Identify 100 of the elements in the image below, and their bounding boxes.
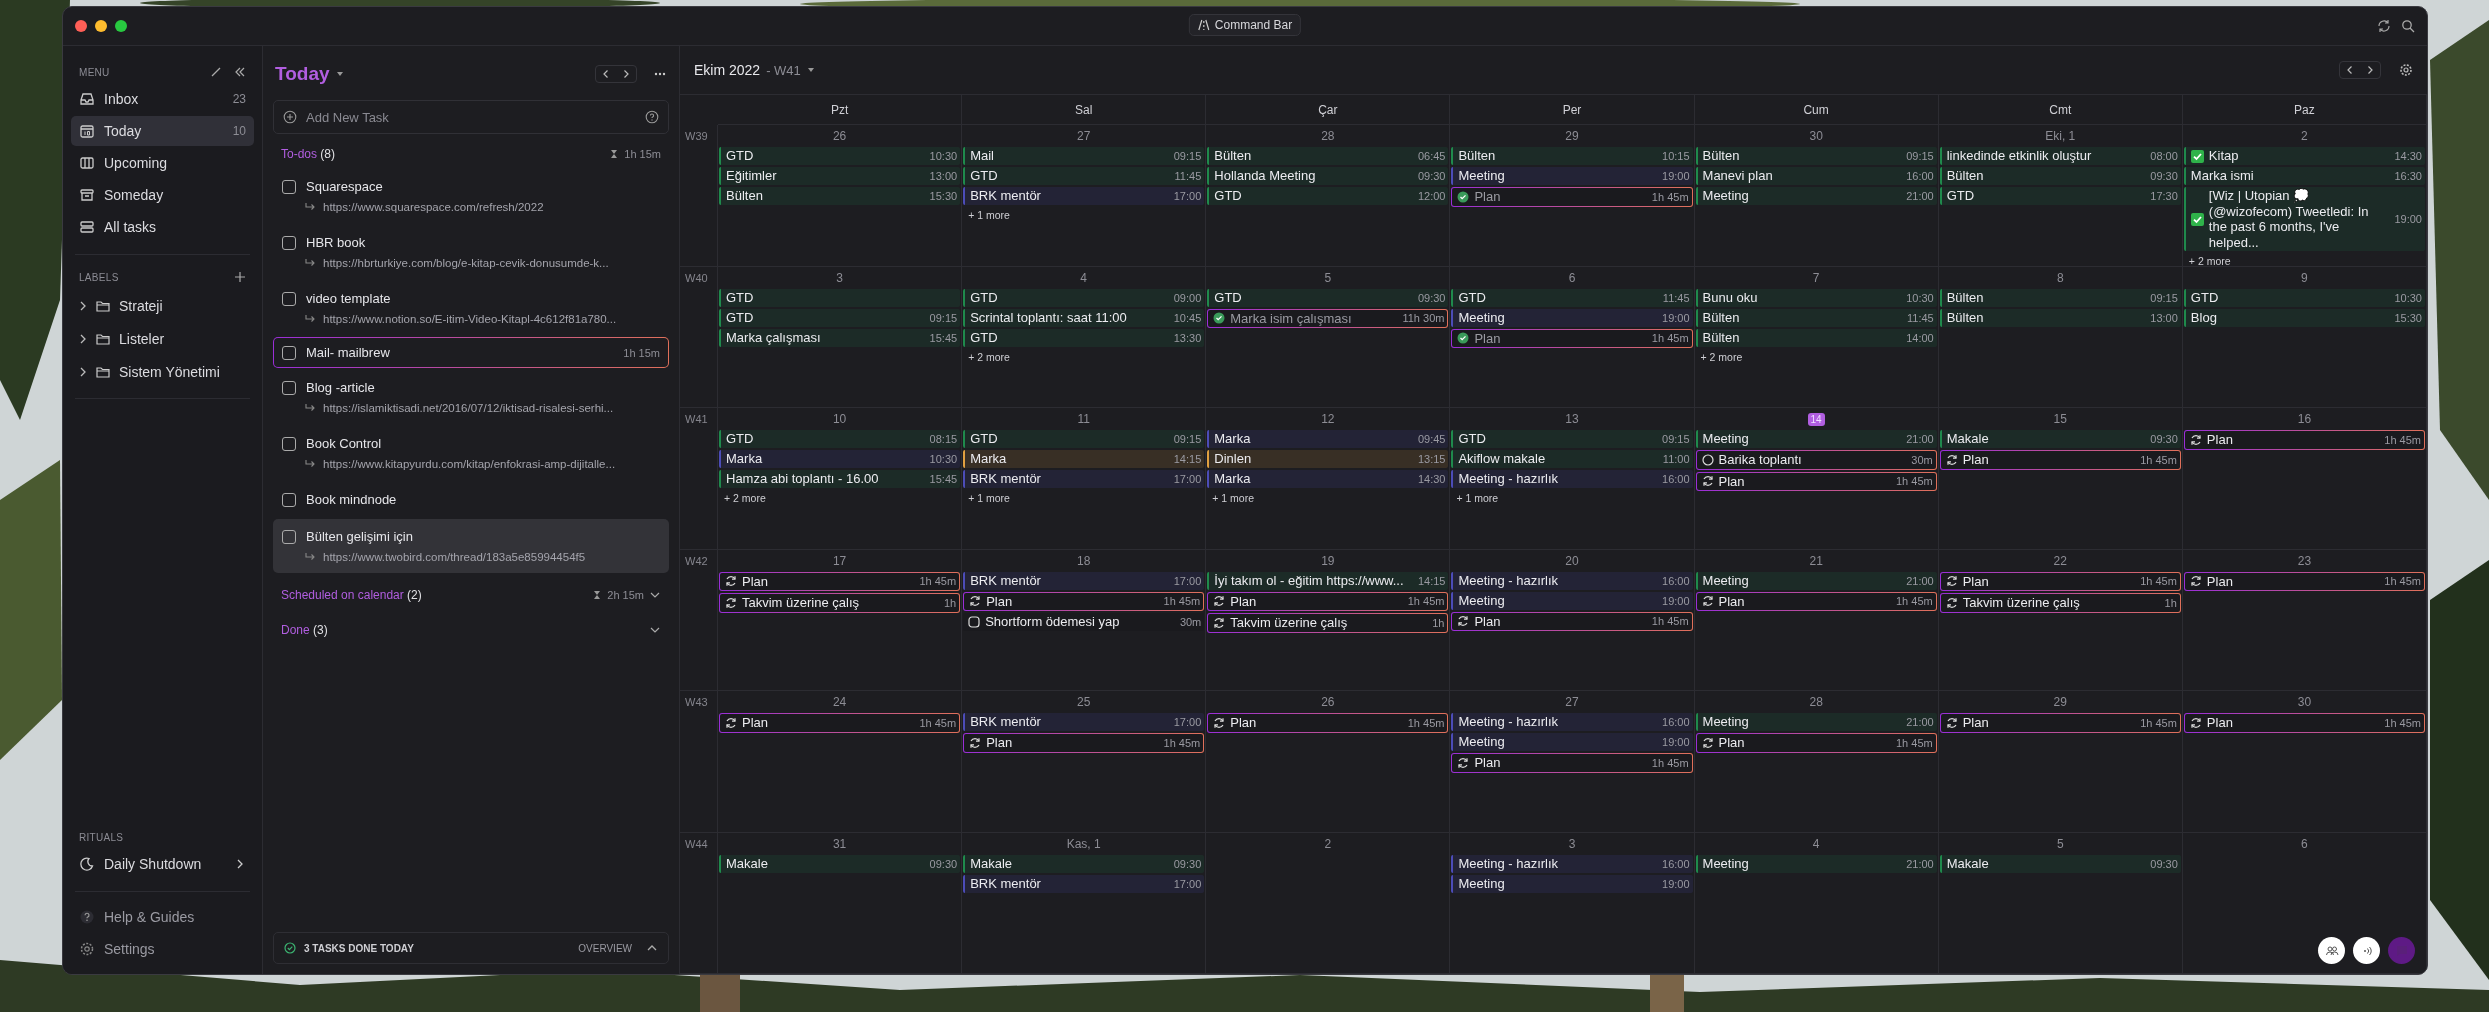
calendar-event[interactable]: Meeting 21:00 (1695, 571, 1937, 590)
calendar-event[interactable]: GTD 11:45 (963, 167, 1205, 185)
broadcast-button[interactable] (2353, 937, 2380, 964)
checkbox[interactable] (282, 345, 296, 360)
add-task-field[interactable]: Add New Task (273, 100, 669, 134)
calendar-event[interactable]: Dinlen 13:15 (1207, 450, 1449, 468)
footer-link[interactable]: Settings (71, 934, 254, 964)
pencil-icon[interactable] (210, 66, 222, 78)
add-icon[interactable] (234, 271, 246, 283)
day-number[interactable]: 25 (1074, 694, 1094, 710)
day-number[interactable]: 28 (1318, 128, 1338, 144)
calendar-event[interactable]: [Wiz | Utopian 💭 (@wizofecom) Tweetledi: In the past 6 months, I've helped... 19:00 (2183, 187, 2425, 252)
task-item[interactable]: Squarespace https://www.squarespace.com/refresh/2022 (273, 169, 669, 223)
calendar-task[interactable]: Plan 1h 45m (963, 733, 1205, 753)
more-link[interactable]: + 1 more (1451, 490, 1504, 506)
day-number[interactable]: 6 (1565, 269, 1579, 286)
calendar-event[interactable]: Blog 15:30 (2183, 308, 2425, 327)
recurring-icon[interactable] (1945, 596, 1958, 609)
day-number[interactable]: 30 (2294, 694, 2315, 710)
calendar-task[interactable]: Plan 1h 45m (1939, 713, 2181, 733)
day-number[interactable]: 15 (2050, 411, 2070, 427)
calendar-event[interactable]: Bülten 09:15 (1695, 147, 1937, 165)
task-item[interactable]: Book mindnode (273, 482, 669, 517)
footer-link[interactable]: Help & Guides (71, 902, 254, 932)
recurring-icon[interactable] (1701, 475, 1714, 488)
help-icon[interactable] (645, 110, 659, 124)
section-heading[interactable]: Scheduled on calendar (2) (281, 587, 422, 602)
calendar-event[interactable]: BRK mentör 17:00 (963, 187, 1205, 205)
recurring-icon[interactable] (725, 575, 737, 588)
close-button[interactable] (75, 20, 87, 32)
more-link[interactable]: + 1 more (1207, 490, 1259, 506)
calendar-event[interactable]: BRK mentör 17:00 (963, 713, 1205, 731)
day-number[interactable]: 30 (1806, 128, 1826, 144)
calendar-event[interactable]: Bülten 09:15 (1939, 288, 2181, 307)
section-heading[interactable]: To-dos (8) (281, 146, 336, 161)
calendar-task[interactable]: Plan 1h 45m (2183, 430, 2425, 450)
check-circle-icon[interactable] (1213, 312, 1226, 325)
calendar-event[interactable]: Hollanda Meeting 09:30 (1207, 167, 1449, 185)
calendar-event[interactable]: GTD 11:45 (1451, 288, 1693, 307)
recurring-icon[interactable] (725, 596, 737, 609)
calendar-event[interactable]: Marka 14:30 (1207, 470, 1449, 488)
calendar-task[interactable]: Plan 1h 45m (2183, 713, 2425, 733)
day-number[interactable]: 4 (1077, 269, 1091, 286)
calendar-event[interactable]: Bülten 13:00 (1939, 308, 2181, 327)
calendar-task[interactable]: Plan 1h 45m (1939, 450, 2181, 470)
day-number[interactable]: 3 (833, 269, 846, 286)
task-item[interactable]: HBR book https://hbrturkiye.com/blog/e-kitap-cevik-donusumde-k... (273, 225, 669, 279)
calendar-task[interactable]: Plan 1h 45m (1939, 571, 2181, 592)
collapse-icon[interactable] (234, 66, 246, 78)
more-link[interactable]: + 2 more (2183, 253, 2236, 266)
calendar-task[interactable]: Plan 1h 45m (1207, 591, 1449, 612)
checkbox[interactable] (282, 179, 296, 194)
day-number[interactable]: 29 (2050, 694, 2070, 710)
day-number[interactable]: 5 (2053, 835, 2067, 852)
calendar-event[interactable]: Marka 14:15 (963, 450, 1205, 468)
calendar-event[interactable]: Marka ismi 16:30 (2183, 167, 2425, 185)
day-number[interactable]: 18 (1074, 552, 1094, 569)
calendar-event[interactable]: Meeting - hazırlık 16:00 (1451, 470, 1693, 488)
calendar-task[interactable]: Plan 1h 45m (1451, 611, 1693, 632)
day-number[interactable]: 24 (829, 694, 850, 710)
calendar-event[interactable]: GTD 08:15 (719, 430, 961, 448)
command-bar-button[interactable]: Command Bar (1188, 14, 1302, 36)
minimize-button[interactable] (95, 20, 107, 32)
more-link[interactable]: + 2 more (1695, 348, 1748, 365)
day-number[interactable]: 3 (1565, 835, 1579, 852)
day-number[interactable]: 26 (829, 128, 850, 144)
day-number[interactable]: 2 (2298, 128, 2311, 144)
calendar-event[interactable]: Kitap 14:30 (2183, 147, 2425, 165)
recurring-icon[interactable] (1945, 716, 1958, 729)
check-circle-icon[interactable] (1457, 190, 1470, 203)
calendar-event[interactable]: Meeting - hazırlık 16:00 (1451, 713, 1693, 731)
week-label[interactable]: - W41 (766, 62, 801, 78)
calendar-event[interactable]: Meeting - hazırlık 16:00 (1451, 854, 1693, 873)
search-icon[interactable] (2401, 19, 2415, 33)
recurring-icon[interactable] (725, 716, 737, 729)
calendar-event[interactable]: GTD (719, 288, 961, 307)
calendar-task[interactable]: Plan 1h 45m (1695, 471, 1937, 492)
calendar-event[interactable]: Meeting 21:00 (1695, 430, 1937, 448)
calendar-event[interactable]: Meeting 19:00 (1451, 874, 1693, 893)
check-circle-icon[interactable] (1457, 332, 1470, 345)
overview-button[interactable]: OVERVIEW (572, 941, 638, 955)
recurring-icon[interactable] (969, 595, 982, 608)
calendar-event[interactable]: GTD 10:30 (719, 147, 961, 165)
calendar-event[interactable]: GTD 09:15 (1451, 430, 1693, 448)
recurring-icon[interactable] (1213, 716, 1226, 729)
day-number[interactable]: 16 (2294, 411, 2315, 427)
calendar-event[interactable]: Meeting 19:00 (1451, 308, 1693, 327)
day-number[interactable]: 21 (1806, 552, 1826, 569)
calendar-event[interactable]: Bülten 06:45 (1207, 147, 1449, 165)
day-number[interactable]: 8 (2053, 269, 2067, 286)
calendar-event[interactable]: Eğitimler 13:00 (719, 167, 961, 185)
sync-icon[interactable] (2377, 19, 2391, 33)
checkbox-icon[interactable] (968, 616, 981, 629)
recurring-icon[interactable] (1945, 575, 1958, 588)
calendar-event[interactable]: GTD 12:00 (1207, 187, 1449, 205)
calendar-event[interactable]: Meeting 21:00 (1695, 187, 1937, 205)
recurring-icon[interactable] (2189, 433, 2202, 446)
recurring-icon[interactable] (1457, 615, 1470, 628)
calendar-event[interactable]: BRK mentör 17:00 (963, 874, 1205, 893)
calendar-event[interactable]: Scrintal toplantı: saat 11:00 10:45 (963, 308, 1205, 327)
